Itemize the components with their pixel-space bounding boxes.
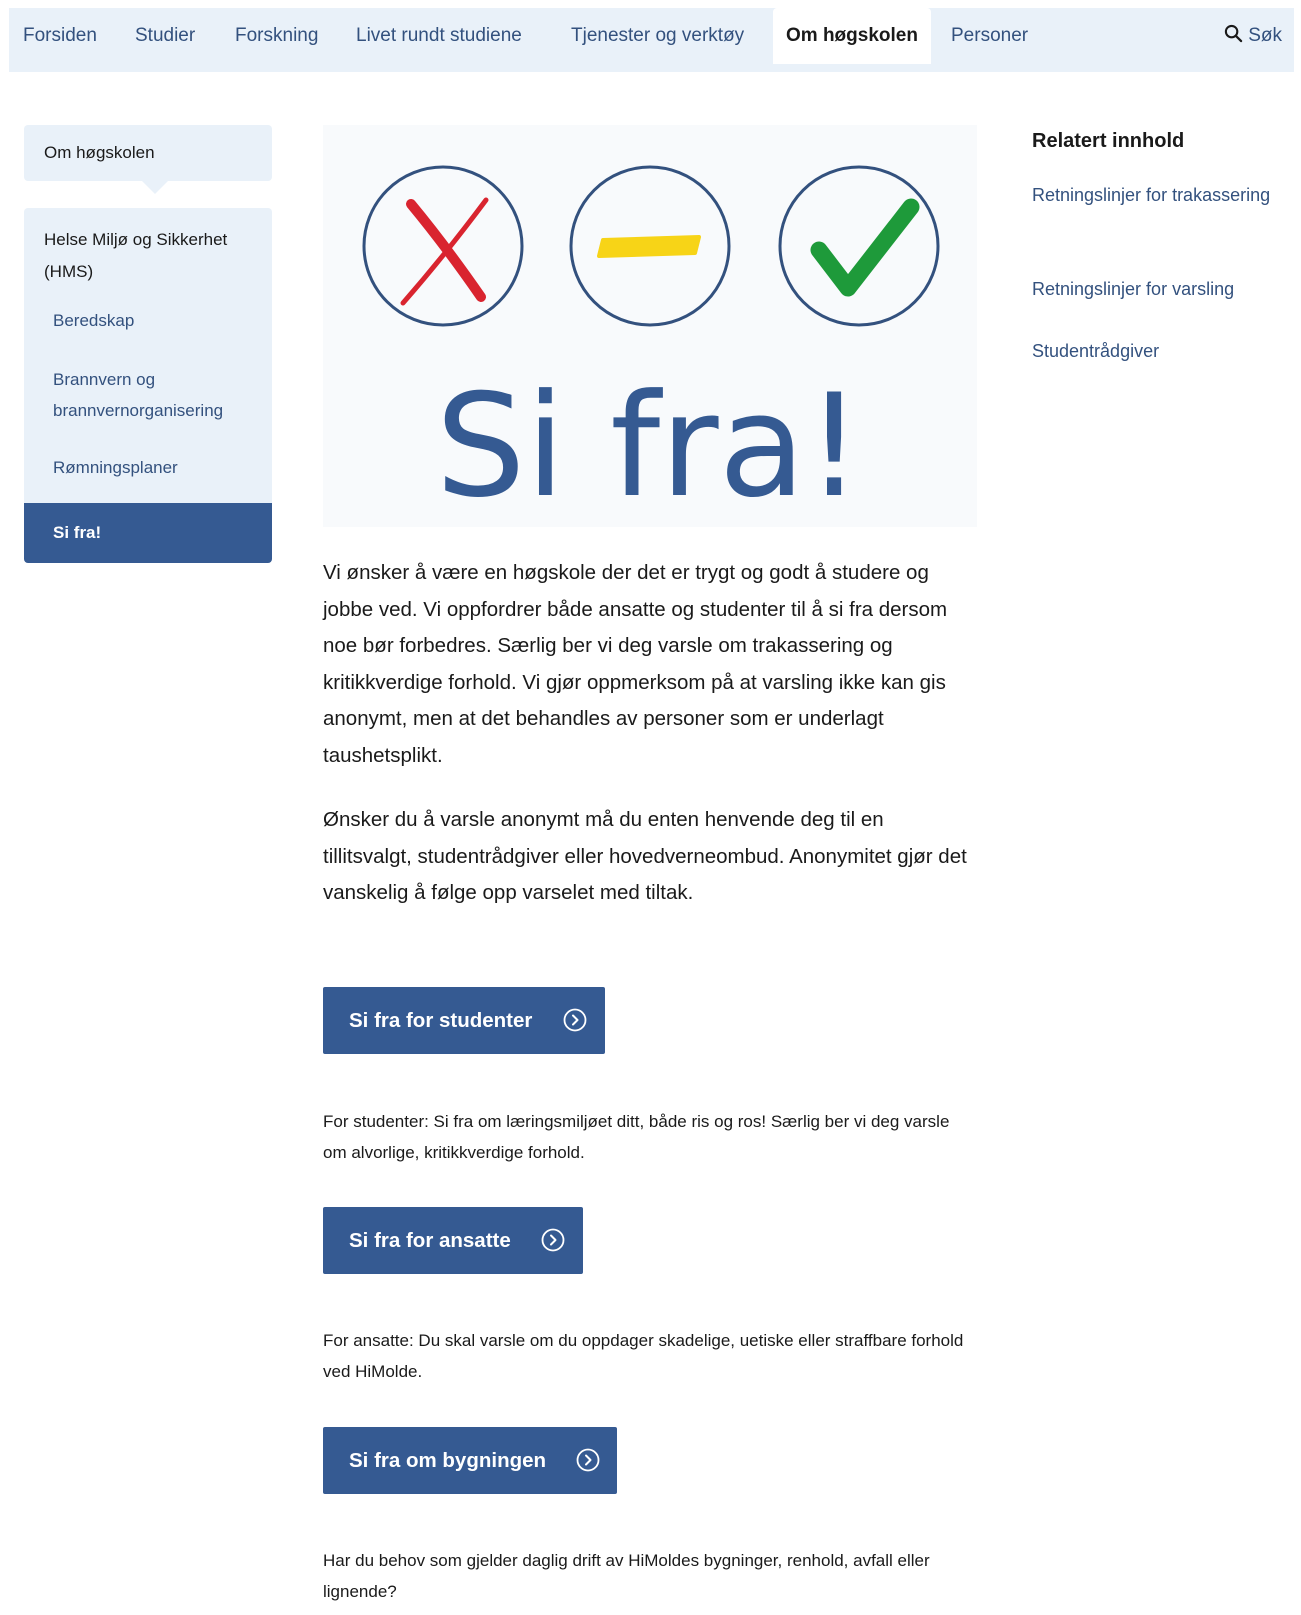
si-fra-studenter-label: Si fra for studenter [349, 1009, 533, 1032]
si-fra-ansatte-button[interactable]: Si fra for ansatte [323, 1207, 583, 1274]
related-link-varsling[interactable]: Retningslinjer for varsling [1032, 274, 1272, 305]
related-link-trakassering[interactable]: Retningslinjer for trakassering [1032, 180, 1272, 211]
dash-icon [569, 165, 731, 327]
sidebar-item-brannvern[interactable]: Brannvern og brannvernorganisering [53, 364, 263, 426]
hero-image: Si fra! [323, 125, 977, 529]
arrow-circle-icon [541, 1228, 565, 1252]
related-content-heading: Relatert innhold [1032, 130, 1185, 152]
hero-heading: Si fra! [435, 364, 862, 527]
si-fra-bygningen-label: Si fra om bygningen [349, 1449, 547, 1472]
sidebar-section-hms[interactable]: Helse Miljø og Sikkerhet (HMS) [44, 224, 259, 288]
si-fra-bygningen-button[interactable]: Si fra om bygningen [323, 1427, 617, 1494]
intro-paragraph: Vi ønsker å være en høgskole der det er … [323, 561, 948, 767]
si-fra-ansatte-label: Si fra for ansatte [349, 1229, 511, 1252]
arrow-circle-icon [576, 1448, 600, 1472]
arrow-circle-icon [563, 1008, 587, 1032]
si-fra-studenter-button[interactable]: Si fra for studenter [323, 987, 605, 1054]
ansatte-description: For ansatte: Du skal varsle om du oppdag… [323, 1331, 964, 1381]
sidebar-item-romningsplaner[interactable]: Rømningsplaner [53, 452, 263, 483]
search-icon [1225, 24, 1243, 43]
nav-item-om-hogskolen[interactable]: Om høgskolen [773, 8, 931, 64]
nav-item-tjenester-og-verktoy[interactable]: Tjenester og verktøy [571, 8, 744, 64]
nav-item-personer[interactable]: Personer [951, 8, 1028, 64]
nav-item-forsiden[interactable]: Forsiden [23, 8, 97, 64]
studenter-description: For studenter: Si fra om læringsmiljøet … [323, 1112, 950, 1162]
search-button[interactable]: Søk [1224, 8, 1282, 64]
hero-graphic: Si fra! [362, 165, 940, 529]
top-navigation: Forsiden Studier Forskning Livet rundt s… [9, 8, 1294, 72]
anonymous-paragraph: Ønsker du å varsle anonymt må du enten h… [323, 808, 967, 904]
sidebar-parent-om-hogskolen[interactable]: Om høgskolen [24, 125, 272, 181]
nav-item-forskning[interactable]: Forskning [235, 8, 318, 64]
sidebar-panel: Helse Miljø og Sikkerhet (HMS) Beredskap… [24, 208, 272, 563]
search-label: Søk [1248, 25, 1282, 46]
bygningen-description: Har du behov som gjelder daglig drift av… [323, 1551, 930, 1601]
cross-icon [362, 165, 524, 327]
sidebar-item-beredskap[interactable]: Beredskap [53, 305, 263, 336]
nav-item-livet-rundt-studiene[interactable]: Livet rundt studiene [356, 8, 522, 64]
sidebar-item-si-fra[interactable]: Si fra! [24, 503, 272, 563]
check-icon [778, 165, 940, 327]
nav-item-studier[interactable]: Studier [135, 8, 195, 64]
related-link-studentradgiver[interactable]: Studentrådgiver [1032, 336, 1272, 367]
sidebar-notch [142, 181, 168, 194]
